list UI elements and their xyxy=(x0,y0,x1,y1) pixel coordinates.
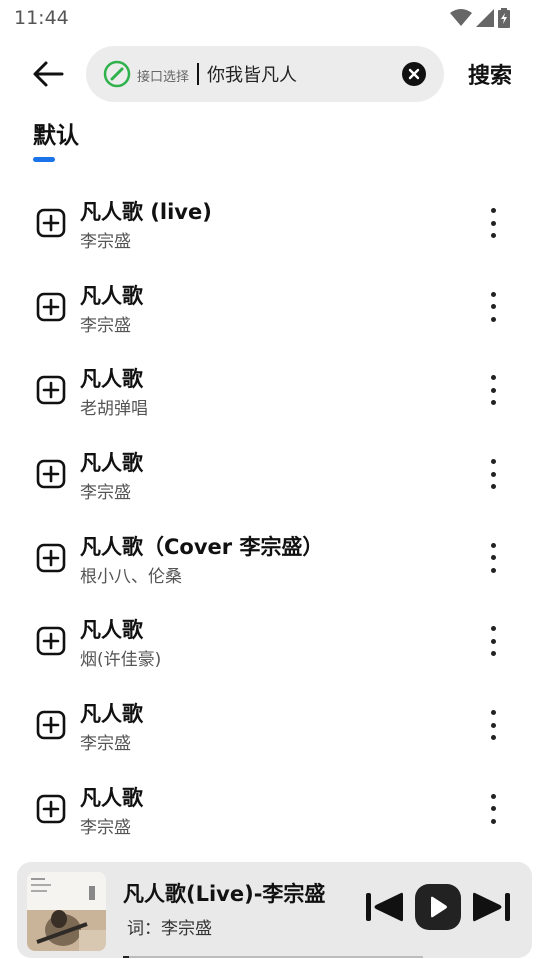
more-vertical-icon[interactable] xyxy=(482,457,504,491)
song-title: 凡人歌 xyxy=(80,618,143,643)
more-vertical-icon[interactable] xyxy=(482,792,504,826)
album-cover[interactable] xyxy=(27,872,106,951)
song-title: 凡人歌 xyxy=(80,367,143,392)
song-artist: 根小八、伦桑 xyxy=(80,566,182,587)
more-vertical-icon[interactable] xyxy=(482,541,504,575)
link-icon[interactable] xyxy=(103,60,131,88)
status-bar: 11:44 xyxy=(0,0,546,36)
song-title: 凡人歌 xyxy=(80,283,143,308)
skip-previous-icon[interactable] xyxy=(365,890,403,924)
mini-player[interactable]: 凡人歌(Live)-李宗盛 词：李宗盛 xyxy=(17,862,532,958)
more-vertical-icon[interactable] xyxy=(482,708,504,742)
more-vertical-icon[interactable] xyxy=(482,373,504,407)
song-artist: 李宗盛 xyxy=(80,817,131,838)
close-icon xyxy=(408,68,420,80)
skip-next-icon[interactable] xyxy=(473,890,511,924)
search-button[interactable]: 搜索 xyxy=(468,58,512,90)
source-select-label[interactable]: 接口选择 xyxy=(137,66,189,85)
more-vertical-icon[interactable] xyxy=(482,206,504,240)
text-caret xyxy=(197,63,199,85)
song-artist: 李宗盛 xyxy=(80,734,131,755)
back-button[interactable] xyxy=(28,56,68,92)
plus-square-icon[interactable] xyxy=(36,292,66,322)
now-playing-title: 凡人歌(Live)-李宗盛 xyxy=(123,882,326,906)
battery-icon xyxy=(498,8,510,28)
arrow-left-icon xyxy=(33,61,64,87)
song-title: 凡人歌 xyxy=(80,702,143,727)
plus-square-icon[interactable] xyxy=(36,208,66,238)
wifi-icon xyxy=(450,9,472,26)
search-header: 接口选择 你我皆凡人 搜索 xyxy=(0,44,546,104)
more-vertical-icon[interactable] xyxy=(482,290,504,324)
song-artist: 李宗盛 xyxy=(80,483,131,504)
song-artist: 老胡弹唱 xyxy=(80,399,148,420)
song-artist: 李宗盛 xyxy=(80,315,131,336)
plus-square-icon[interactable] xyxy=(36,794,66,824)
tab-default[interactable]: 默认 xyxy=(33,116,79,150)
play-icon xyxy=(431,896,447,918)
song-title: 凡人歌 xyxy=(80,451,143,476)
status-icons xyxy=(450,8,510,28)
playback-progress-fill xyxy=(123,956,129,958)
list-item[interactable]: 凡人歌 烟(许佳豪) xyxy=(0,598,546,682)
search-box[interactable]: 接口选择 你我皆凡人 xyxy=(86,46,444,102)
list-item[interactable]: 凡人歌 李宗盛 xyxy=(0,682,546,766)
now-playing-lyric: 词：李宗盛 xyxy=(127,919,212,939)
plus-square-icon[interactable] xyxy=(36,459,66,489)
song-artist: 李宗盛 xyxy=(80,232,131,252)
song-title: 凡人歌（Cover 李宗盛） xyxy=(80,534,324,559)
song-artist: 烟(许佳豪) xyxy=(80,650,162,671)
status-time: 11:44 xyxy=(14,7,69,29)
list-item[interactable]: 凡人歌 李宗盛 xyxy=(0,431,546,515)
song-title: 凡人歌 xyxy=(80,785,143,810)
plus-square-icon[interactable] xyxy=(36,710,66,740)
search-input[interactable]: 你我皆凡人 xyxy=(207,61,297,87)
list-item[interactable]: 凡人歌 (live) 李宗盛 xyxy=(0,180,546,264)
plus-square-icon[interactable] xyxy=(36,543,66,573)
album-art-image xyxy=(27,872,106,951)
list-item[interactable]: 凡人歌 李宗盛 xyxy=(0,264,546,348)
playback-progress[interactable] xyxy=(123,956,423,958)
list-item[interactable]: 凡人歌 李宗盛 xyxy=(0,766,546,850)
song-title: 凡人歌 (live) xyxy=(80,200,212,224)
plus-square-icon[interactable] xyxy=(36,375,66,405)
clear-search-button[interactable] xyxy=(402,62,426,86)
list-item[interactable]: 凡人歌 老胡弹唱 xyxy=(0,347,546,431)
tab-indicator xyxy=(33,157,55,162)
plus-square-icon[interactable] xyxy=(36,626,66,656)
play-button[interactable] xyxy=(415,884,461,930)
list-item[interactable]: 凡人歌（Cover 李宗盛） 根小八、伦桑 xyxy=(0,515,546,599)
signal-icon xyxy=(476,9,494,27)
more-vertical-icon[interactable] xyxy=(482,624,504,658)
song-list: 凡人歌 (live) 李宗盛 凡人歌 李宗盛 凡人歌 老胡弹唱 凡人歌 李宗盛 … xyxy=(0,180,546,850)
